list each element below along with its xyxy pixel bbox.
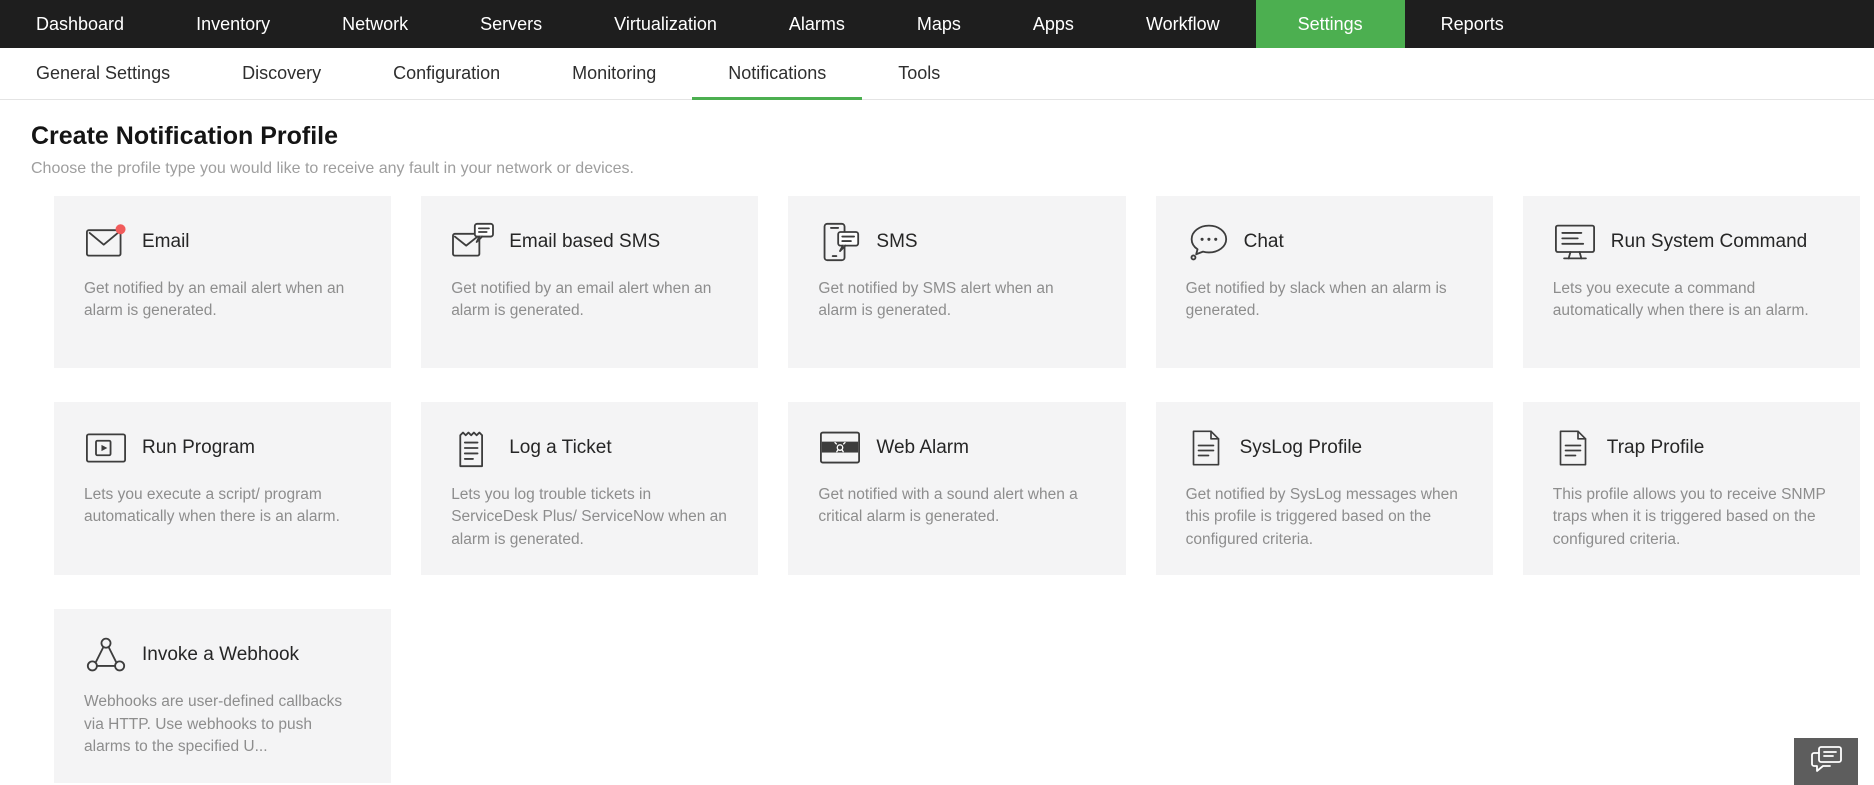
card-description: Get notified with a sound alert when a c… [818, 484, 1095, 529]
topnav-item-alarms[interactable]: Alarms [753, 0, 881, 48]
page-subtitle: Choose the profile type you would like t… [31, 160, 1874, 178]
card-chat[interactable]: Chat Get notified by slack when an alarm… [1156, 196, 1493, 368]
card-title: SysLog Profile [1240, 437, 1363, 459]
card-title: Log a Ticket [509, 437, 611, 459]
card-head: SysLog Profile [1186, 428, 1463, 468]
tab-notifications[interactable]: Notifications [692, 48, 862, 99]
email-sms-icon [451, 222, 495, 262]
card-title: Trap Profile [1607, 437, 1705, 459]
trap-profile-icon [1553, 428, 1593, 468]
card-sms[interactable]: SMS Get notified by SMS alert when an al… [788, 196, 1125, 368]
card-head: SMS [818, 222, 1095, 262]
card-head: Run System Command [1553, 222, 1830, 262]
card-head: Web Alarm [818, 428, 1095, 468]
web-alarm-icon [818, 428, 862, 468]
card-description: Get notified by SMS alert when an alarm … [818, 278, 1095, 323]
tab-general-settings[interactable]: General Settings [0, 48, 206, 99]
card-invoke-a-webhook[interactable]: Invoke a Webhook Webhooks are user-defin… [54, 609, 391, 782]
tab-monitoring[interactable]: Monitoring [536, 48, 692, 99]
log-ticket-icon [451, 428, 495, 468]
tab-configuration[interactable]: Configuration [357, 48, 536, 99]
card-run-system-command[interactable]: Run System Command Lets you execute a co… [1523, 196, 1860, 368]
notification-profile-grid: Email Get notified by an email alert whe… [54, 196, 1860, 783]
topnav-item-virtualization[interactable]: Virtualization [578, 0, 753, 48]
topnav-item-reports[interactable]: Reports [1405, 0, 1540, 48]
card-title: Invoke a Webhook [142, 644, 299, 666]
card-head: Email [84, 222, 361, 262]
topnav-item-inventory[interactable]: Inventory [160, 0, 306, 48]
topnav-item-network[interactable]: Network [306, 0, 444, 48]
topnav-item-workflow[interactable]: Workflow [1110, 0, 1256, 48]
page-header: Create Notification Profile Choose the p… [0, 100, 1874, 178]
webhook-icon [84, 635, 128, 675]
card-description: Get notified by an email alert when an a… [84, 278, 361, 323]
feedback-button[interactable] [1794, 738, 1858, 785]
card-description: Get notified by slack when an alarm is g… [1186, 278, 1463, 323]
card-email-based-sms[interactable]: Email based SMS Get notified by an email… [421, 196, 758, 368]
card-description: Lets you execute a script/ program autom… [84, 484, 361, 529]
card-head: Invoke a Webhook [84, 635, 361, 675]
card-head: Chat [1186, 222, 1463, 262]
topnav-item-dashboard[interactable]: Dashboard [0, 0, 160, 48]
card-title: Chat [1244, 231, 1284, 253]
tab-tools[interactable]: Tools [862, 48, 976, 99]
card-title: Email [142, 231, 190, 253]
top-navigation: Dashboard Inventory Network Servers Virt… [0, 0, 1874, 48]
card-title: Run Program [142, 437, 255, 459]
card-log-a-ticket[interactable]: Log a Ticket Lets you log trouble ticket… [421, 402, 758, 575]
card-web-alarm[interactable]: Web Alarm Get notified with a sound aler… [788, 402, 1125, 575]
chat-icon [1186, 222, 1230, 262]
card-title: SMS [876, 231, 917, 253]
card-email[interactable]: Email Get notified by an email alert whe… [54, 196, 391, 368]
syslog-profile-icon [1186, 428, 1226, 468]
chat-feedback-icon [1808, 744, 1844, 779]
card-description: Webhooks are user-defined callbacks via … [84, 691, 361, 758]
sms-icon [818, 222, 862, 262]
topnav-item-apps[interactable]: Apps [997, 0, 1110, 48]
card-description: Get notified by SysLog messages when thi… [1186, 484, 1463, 551]
card-description: Get notified by an email alert when an a… [451, 278, 728, 323]
card-description: This profile allows you to receive SNMP … [1553, 484, 1830, 551]
tab-discovery[interactable]: Discovery [206, 48, 357, 99]
card-syslog-profile[interactable]: SysLog Profile Get notified by SysLog me… [1156, 402, 1493, 575]
page-title: Create Notification Profile [31, 122, 1874, 151]
email-icon [84, 222, 128, 262]
card-run-program[interactable]: Run Program Lets you execute a script/ p… [54, 402, 391, 575]
run-program-icon [84, 428, 128, 468]
card-head: Log a Ticket [451, 428, 728, 468]
card-head: Trap Profile [1553, 428, 1830, 468]
settings-tab-bar: General Settings Discovery Configuration… [0, 48, 1874, 100]
card-description: Lets you log trouble tickets in ServiceD… [451, 484, 728, 551]
topnav-item-settings[interactable]: Settings [1256, 0, 1405, 48]
card-head: Email based SMS [451, 222, 728, 262]
card-title: Web Alarm [876, 437, 969, 459]
card-title: Run System Command [1611, 231, 1807, 253]
card-trap-profile[interactable]: Trap Profile This profile allows you to … [1523, 402, 1860, 575]
card-description: Lets you execute a command automatically… [1553, 278, 1830, 323]
topnav-item-maps[interactable]: Maps [881, 0, 997, 48]
card-head: Run Program [84, 428, 361, 468]
topnav-item-servers[interactable]: Servers [444, 0, 578, 48]
run-system-command-icon [1553, 222, 1597, 262]
card-title: Email based SMS [509, 231, 660, 253]
